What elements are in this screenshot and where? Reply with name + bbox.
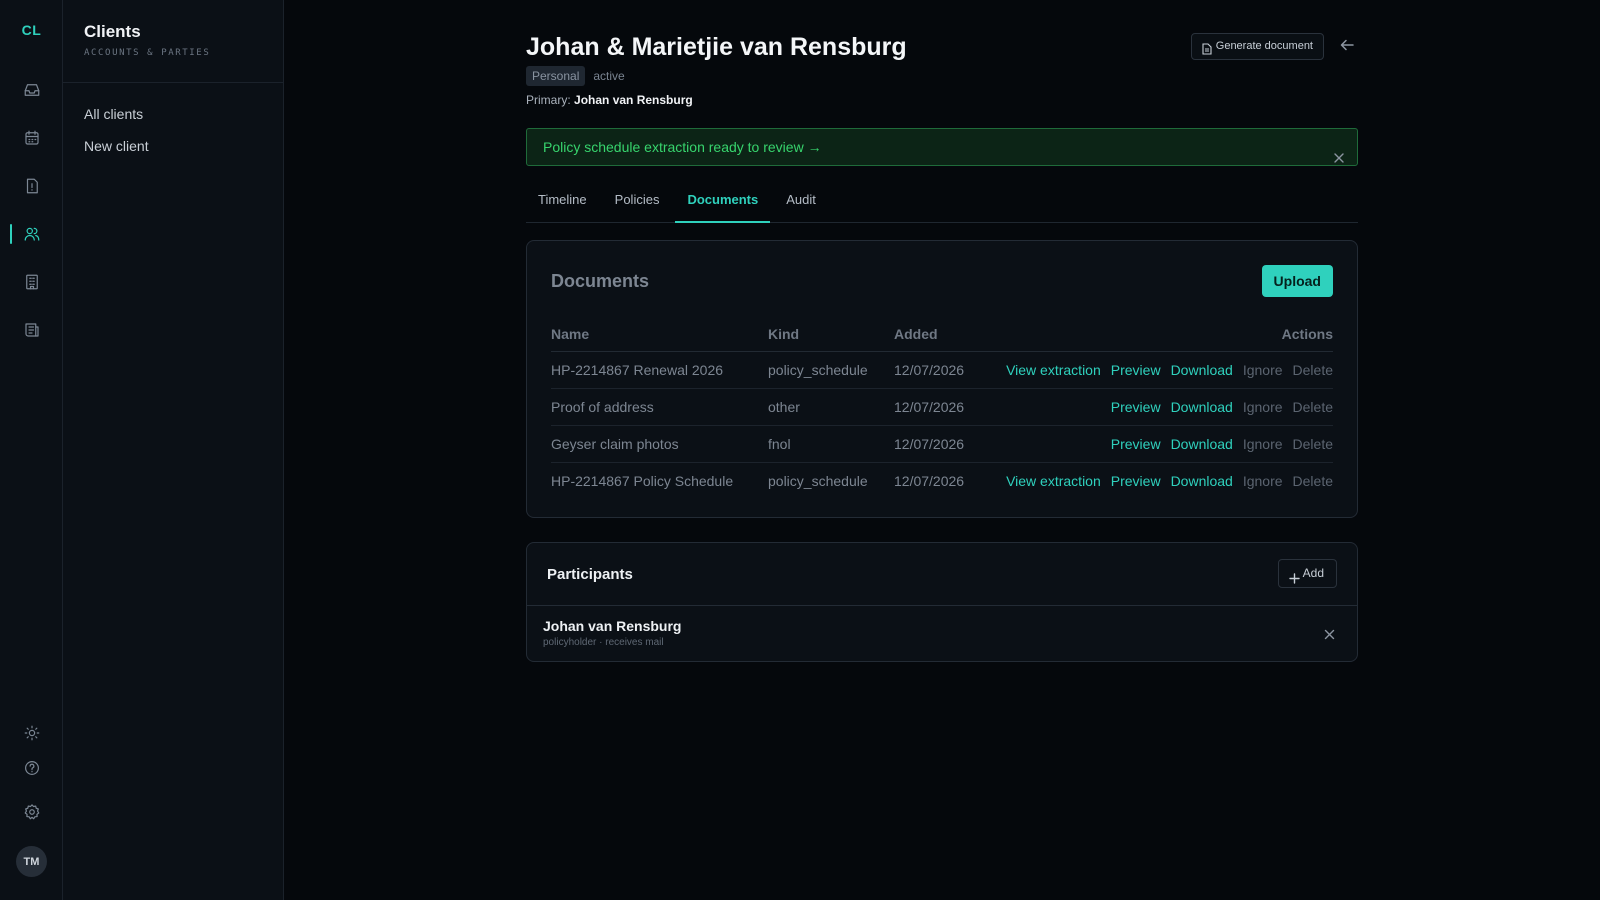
participant-row: Johan van Rensburg policyholder · receiv… bbox=[527, 606, 1357, 661]
row-actions: View extraction Preview Download Ignore Dele… bbox=[969, 351, 1333, 389]
client-tabs: Timeline Policies Documents Audit bbox=[526, 183, 1358, 223]
download-link[interactable]: Download bbox=[1171, 399, 1233, 415]
download-link[interactable]: Download bbox=[1171, 436, 1233, 452]
add-label: Add bbox=[1302, 566, 1324, 580]
participant-name[interactable]: Johan van Rensburg bbox=[543, 618, 1341, 634]
document-kind: other bbox=[768, 388, 894, 426]
back-arrow-icon[interactable] bbox=[1340, 38, 1354, 56]
document-kind: policy_schedule bbox=[768, 351, 894, 389]
help-icon[interactable] bbox=[19, 755, 45, 781]
column-header-name: Name bbox=[551, 317, 768, 352]
documents-title: Documents bbox=[551, 271, 650, 291]
document-icon bbox=[1202, 40, 1212, 65]
table-row: Geyser claim photos fnol 12/07/2026 Prev… bbox=[551, 425, 1333, 463]
ignore-link[interactable]: Ignore bbox=[1243, 436, 1283, 452]
plus-icon bbox=[1288, 567, 1300, 594]
sidebar-subtitle: ACCOUNTS & PARTIES bbox=[84, 48, 211, 58]
sun-icon[interactable] bbox=[19, 720, 45, 746]
participants-title: Participants bbox=[547, 566, 633, 583]
participant-meta: policyholder · receives mail bbox=[543, 637, 664, 648]
document-kind: policy_schedule bbox=[768, 472, 868, 489]
row-actions: Preview Download Ignore Delete bbox=[969, 425, 1333, 463]
settings-icon[interactable] bbox=[19, 799, 45, 825]
icon-rail: CL TM bbox=[0, 0, 63, 900]
ignore-link[interactable]: Ignore bbox=[1243, 362, 1283, 378]
column-header-added: Added bbox=[894, 317, 970, 352]
document-added: 12/07/2026 bbox=[894, 351, 970, 389]
tab-policies[interactable]: Policies bbox=[603, 183, 672, 223]
column-header-kind: Kind bbox=[768, 317, 894, 352]
table-row: HP-2214867 Policy Schedule policy_schedu… bbox=[551, 462, 1333, 499]
documents-card: Documents Upload Name Kind Added Actions… bbox=[526, 240, 1358, 518]
document-added: 12/07/2026 bbox=[894, 472, 965, 489]
add-participant-button[interactable]: Add bbox=[1277, 559, 1337, 588]
close-icon[interactable] bbox=[1333, 141, 1345, 178]
row-actions: Preview Download Ignore Delete bbox=[969, 388, 1333, 426]
table-header-row: Name Kind Added Actions bbox=[551, 317, 1333, 352]
column-header-actions: Actions bbox=[969, 317, 1333, 352]
tab-audit[interactable]: Audit bbox=[774, 183, 828, 223]
ignore-link[interactable]: Ignore bbox=[1243, 399, 1283, 415]
sidebar-nav: All clients New client bbox=[63, 83, 283, 162]
preview-link[interactable]: Preview bbox=[1111, 399, 1161, 415]
row-actions: View extraction Preview Download Ignore Dele… bbox=[970, 462, 1333, 499]
app-logo[interactable]: CL bbox=[0, 22, 63, 38]
primary-contact: Primary: Johan van Rensburg bbox=[526, 93, 693, 107]
status-badge: active bbox=[593, 69, 625, 83]
ignore-link[interactable]: Ignore bbox=[1243, 473, 1283, 489]
users-icon[interactable] bbox=[19, 221, 45, 247]
primary-name[interactable]: Johan van Rensburg bbox=[574, 93, 693, 107]
delete-link[interactable]: Delete bbox=[1293, 473, 1333, 489]
preview-link[interactable]: Preview bbox=[1111, 362, 1161, 378]
main-content: Johan & Marietjie van Rensburg Personal … bbox=[526, 0, 1358, 662]
download-link[interactable]: Download bbox=[1171, 362, 1233, 378]
download-link[interactable]: Download bbox=[1171, 473, 1233, 489]
table-row: HP-2214867 Renewal 2026 policy_schedule … bbox=[551, 351, 1333, 389]
preview-link[interactable]: Preview bbox=[1111, 473, 1161, 489]
page-title: Johan & Marietjie van Rensburg bbox=[526, 33, 907, 61]
sidebar-item-all-clients[interactable]: All clients bbox=[63, 98, 283, 130]
primary-label: Primary: bbox=[526, 93, 571, 107]
preview-link[interactable]: Preview bbox=[1111, 436, 1161, 452]
participants-header: Participants Add bbox=[527, 543, 1357, 606]
documents-header: Documents Upload bbox=[551, 265, 1333, 297]
delete-link[interactable]: Delete bbox=[1293, 436, 1333, 452]
document-name: HP-2214867 Renewal 2026 bbox=[551, 351, 768, 389]
document-name: HP-2214867 Policy Schedule bbox=[551, 472, 734, 489]
generate-document-label: Generate document bbox=[1215, 40, 1313, 52]
sidebar-title: Clients bbox=[84, 22, 141, 41]
client-header: Johan & Marietjie van Rensburg Personal … bbox=[526, 0, 1358, 128]
sidebar-item-new-client[interactable]: New client bbox=[63, 130, 283, 162]
document-kind: fnol bbox=[768, 425, 894, 463]
generate-document-button[interactable]: Generate document bbox=[1190, 33, 1324, 60]
alert-icon[interactable] bbox=[19, 173, 45, 199]
remove-participant-icon[interactable] bbox=[1324, 627, 1335, 645]
client-badges: Personal active bbox=[526, 66, 625, 86]
upload-button[interactable]: Upload bbox=[1261, 265, 1333, 297]
clients-sidebar: Clients ACCOUNTS & PARTIES All clients N… bbox=[63, 0, 284, 900]
ledger-icon[interactable] bbox=[19, 317, 45, 343]
extraction-banner[interactable]: Policy schedule extraction ready to revi… bbox=[526, 128, 1358, 166]
tab-documents[interactable]: Documents bbox=[675, 183, 771, 223]
documents-table: Name Kind Added Actions HP-2214867 Renew… bbox=[551, 317, 1333, 499]
delete-link[interactable]: Delete bbox=[1293, 399, 1333, 415]
type-badge: Personal bbox=[526, 66, 586, 86]
delete-link[interactable]: Delete bbox=[1293, 362, 1333, 378]
active-indicator bbox=[10, 224, 12, 244]
view-extraction-link[interactable]: View extraction bbox=[1006, 362, 1101, 378]
document-name: Proof of address bbox=[551, 388, 768, 426]
participants-card: Participants Add Johan van Rensburg poli… bbox=[526, 542, 1358, 662]
sidebar-header: Clients ACCOUNTS & PARTIES bbox=[63, 0, 283, 83]
view-extraction-link[interactable]: View extraction bbox=[1006, 473, 1101, 489]
inbox-icon[interactable] bbox=[19, 77, 45, 103]
user-avatar[interactable]: TM bbox=[16, 846, 47, 877]
banner-text[interactable]: Policy schedule extraction ready to revi… bbox=[543, 139, 822, 155]
table-row: Proof of address other 12/07/2026 Previe… bbox=[551, 388, 1333, 426]
document-added: 12/07/2026 bbox=[894, 388, 970, 426]
calendar-icon[interactable] bbox=[19, 125, 45, 151]
building-icon[interactable] bbox=[19, 269, 45, 295]
document-name: Geyser claim photos bbox=[551, 425, 768, 463]
document-added: 12/07/2026 bbox=[894, 425, 970, 463]
tab-timeline[interactable]: Timeline bbox=[526, 183, 599, 223]
